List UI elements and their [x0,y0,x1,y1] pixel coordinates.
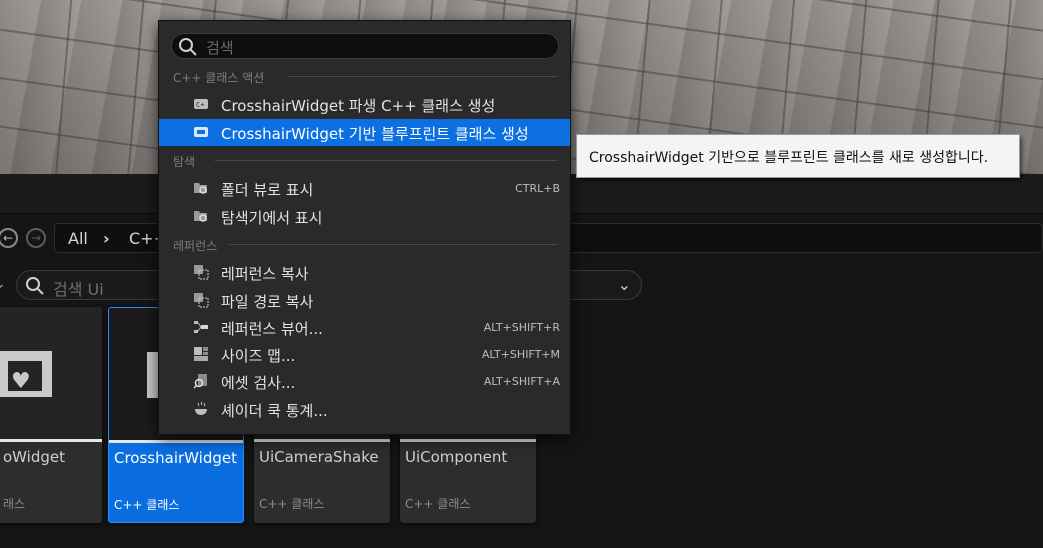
heart-icon: ♥ [11,369,31,394]
menu-item-shader-cook-stats[interactable]: 셰이더 쿡 통계... [159,396,570,423]
menu-item-show-in-explorer[interactable]: 탐색기에서 표시 [159,203,570,230]
context-menu: 검색 C++ 클래스 액션 C+ CrosshairWidget 파생 C++ … [158,20,571,435]
menu-item-shortcut: ALT+SHIFT+M [481,348,560,361]
asset-tile[interactable]: ♥ oWidget 래스 [0,307,102,523]
asset-name: UiComponent [405,448,508,466]
menu-item-label: 에셋 검사... [221,374,296,392]
asset-type: C++ 클래스 [259,497,325,511]
menu-item-shortcut: CTRL+B [515,182,560,195]
asset-color-bar [400,439,536,442]
folder-search-icon [194,211,207,222]
tooltip: CrosshairWidget 기반으로 블루프린트 클래스를 새로 생성합니다… [576,134,1020,178]
dropdown-chevron-icon[interactable]: ⌄ [618,275,631,294]
menu-item-label: 폴더 뷰로 표시 [221,181,314,199]
asset-color-bar [254,439,390,442]
menu-item-label: 사이즈 맵... [221,347,296,365]
asset-name: CrosshairWidget [114,449,237,467]
filter-chevron-icon[interactable]: ⌄ [0,276,6,292]
menu-item-label: 탐색기에서 표시 [221,209,323,227]
asset-type: C++ 클래스 [405,497,471,511]
menu-item-audit-asset[interactable]: 에셋 검사... ALT+SHIFT+A [159,368,570,395]
menu-item-label: CrosshairWidget 기반 블루프린트 클래스 생성 [221,125,529,143]
section-cpp-actions: C++ 클래스 액션 [173,71,265,85]
menu-item-shortcut: ALT+SHIFT+R [483,321,560,334]
menu-item-label: 레퍼런스 뷰어... [221,320,323,338]
size-map-icon [194,347,208,361]
asset-name: UiCameraShake [259,448,379,466]
menu-item-shortcut: ALT+SHIFT+A [483,375,560,388]
menu-item-label: 셰이더 쿡 통계... [221,402,328,420]
asset-name: oWidget [3,448,65,466]
cpp-class-icon: C+ [194,99,208,109]
asset-type: 래스 [3,497,26,511]
menu-item-blueprint-class[interactable]: CrosshairWidget 기반 블루프린트 클래스 생성 [159,119,570,146]
search-icon [179,38,197,56]
tooltip-text: CrosshairWidget 기반으로 블루프린트 클래스를 새로 생성합니다… [589,150,989,166]
menu-item-label: 레퍼런스 복사 [221,265,309,283]
blueprint-class-icon [194,127,208,137]
divider [229,244,557,245]
breadcrumb-separator-icon: › [103,229,110,248]
svg-text:C+: C+ [196,101,204,109]
menu-item-size-map[interactable]: 사이즈 맵... ALT+SHIFT+M [159,341,570,368]
asset-type: C++ 클래스 [114,498,180,512]
reference-viewer-icon [194,321,208,333]
back-arrow-icon[interactable]: ← [0,228,18,248]
search-placeholder: 검색 Ui [53,280,104,299]
folder-search-icon [194,183,207,194]
menu-search-placeholder: 검색 [206,39,234,57]
asset-color-bar [109,440,243,443]
section-references: 레퍼런스 [173,239,218,253]
copy-path-icon [194,293,209,308]
forward-arrow-icon[interactable]: → [26,228,46,248]
divider [287,76,557,77]
menu-item-derived-cpp[interactable]: C+ CrosshairWidget 파생 C++ 클래스 생성 [159,91,570,118]
menu-item-copy-file-path[interactable]: 파일 경로 복사 [159,287,570,314]
section-explore: 탐색 [173,155,196,169]
menu-item-show-folder-view[interactable]: 폴더 뷰로 표시 CTRL+B [159,175,570,202]
copy-reference-icon [194,265,209,280]
asset-color-bar [0,439,102,442]
menu-item-copy-reference[interactable]: 레퍼런스 복사 [159,259,570,286]
menu-item-label: CrosshairWidget 파생 C++ 클래스 생성 [221,97,496,115]
asset-thumbnail: ♥ [0,307,102,441]
audit-icon [193,374,207,389]
menu-item-reference-viewer[interactable]: 레퍼런스 뷰어... ALT+SHIFT+R [159,314,570,341]
menu-search-input[interactable]: 검색 [171,33,559,59]
divider [215,160,557,161]
menu-item-label: 파일 경로 복사 [221,293,314,311]
breadcrumb-all[interactable]: All [68,229,88,248]
shader-stats-icon [195,401,207,415]
search-icon [26,277,44,295]
